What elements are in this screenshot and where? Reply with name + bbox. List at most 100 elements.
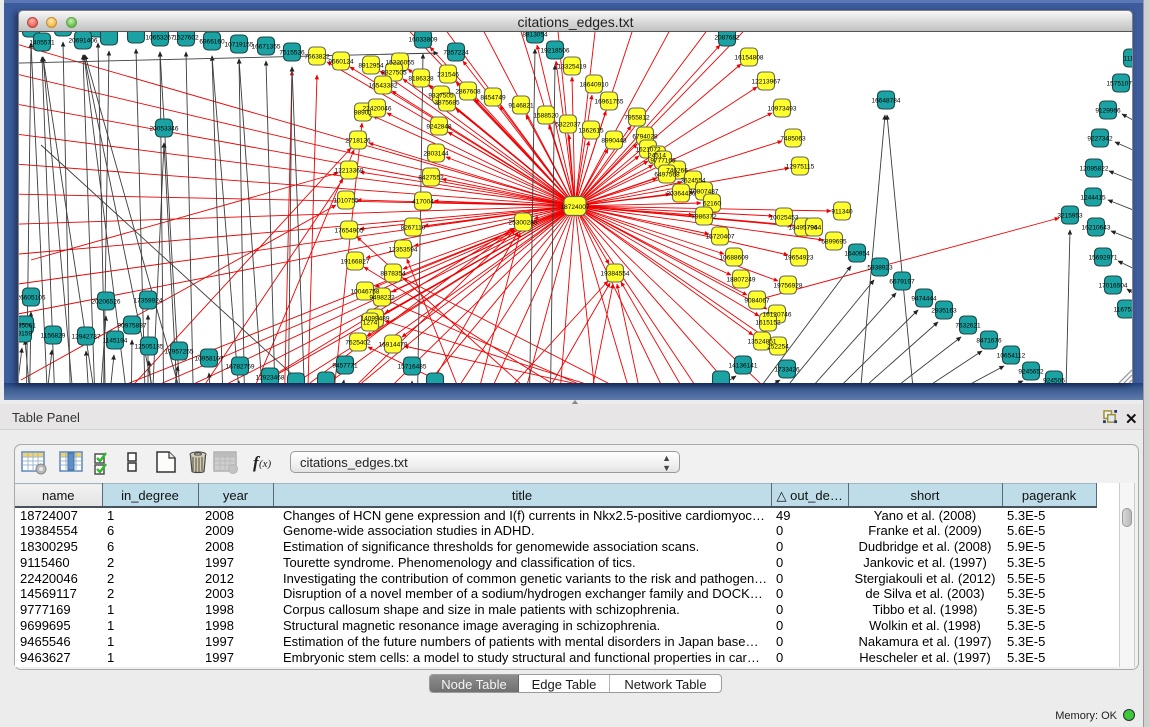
svg-text:7515526: 7515526 — [279, 50, 305, 57]
svg-text:7485063: 7485063 — [780, 136, 806, 143]
svg-text:3624554: 3624554 — [680, 178, 706, 185]
svg-text:6899695: 6899695 — [821, 239, 847, 246]
svg-text:7625402: 7625402 — [345, 340, 371, 347]
svg-text:9327505: 9327505 — [428, 93, 454, 100]
svg-text:12213369: 12213369 — [335, 168, 364, 175]
svg-text:11172: 11172 — [1123, 56, 1133, 63]
svg-text:25300285: 25300285 — [509, 220, 538, 227]
svg-text:16033809: 16033809 — [409, 37, 438, 44]
svg-text:10807487: 10807487 — [690, 189, 719, 196]
svg-text:16120746: 16120746 — [763, 312, 792, 319]
svg-text:1244415: 1244415 — [1080, 195, 1106, 202]
svg-text:9660124: 9660124 — [328, 59, 354, 66]
svg-text:10973493: 10973493 — [768, 106, 797, 113]
svg-text:20053346: 20053346 — [150, 126, 179, 133]
svg-text:6679197: 6679197 — [889, 279, 915, 286]
svg-text:1615152: 1615152 — [755, 320, 781, 327]
svg-text:7632621: 7632621 — [955, 323, 981, 330]
svg-text:20206526: 20206526 — [92, 299, 121, 306]
svg-text:16154808: 16154808 — [735, 55, 764, 62]
svg-text:9777169: 9777169 — [650, 158, 676, 165]
svg-text:8186328: 8186328 — [408, 76, 434, 83]
svg-text:(x): (x) — [259, 458, 272, 470]
svg-text:10719155: 10719155 — [225, 42, 254, 49]
svg-text:1733426: 1733426 — [774, 367, 800, 374]
svg-text:2867608: 2867608 — [455, 89, 481, 96]
svg-text:8471676: 8471676 — [976, 338, 1002, 345]
svg-text:9327505: 9327505 — [381, 70, 407, 77]
svg-text:16671355: 16671355 — [252, 44, 281, 51]
svg-text:8454749: 8454749 — [480, 95, 506, 102]
svg-text:14136141: 14136141 — [729, 363, 758, 370]
svg-text:19218506: 19218506 — [541, 48, 570, 55]
svg-text:2803144: 2803144 — [423, 151, 449, 158]
svg-text:1156829: 1156829 — [41, 333, 66, 340]
svg-text:7955812: 7955812 — [624, 115, 650, 122]
svg-text:90975887: 90975887 — [118, 323, 147, 330]
svg-text:1588520: 1588520 — [533, 113, 559, 120]
svg-text:18807249: 18807249 — [727, 277, 756, 284]
svg-text:7986372: 7986372 — [691, 214, 717, 221]
svg-text:16648784: 16648784 — [872, 98, 901, 105]
svg-text:26605105: 26605105 — [19, 295, 46, 302]
svg-text:9227342: 9227342 — [1087, 136, 1113, 143]
svg-text:8813054: 8813054 — [522, 32, 548, 39]
svg-text:12942737: 12942737 — [72, 334, 101, 341]
svg-text:1145194: 1145194 — [103, 338, 128, 345]
svg-text:12353594: 12353594 — [389, 247, 418, 254]
svg-text:17359924: 17359924 — [134, 298, 163, 305]
svg-text:9146821: 9146821 — [508, 103, 534, 110]
svg-text:9129966: 9129966 — [1095, 108, 1121, 115]
svg-text:16782759: 16782759 — [226, 364, 255, 371]
svg-text:12975115: 12975115 — [786, 164, 815, 171]
svg-text:9457771: 9457771 — [332, 363, 358, 370]
svg-text:9498222: 9498222 — [369, 295, 395, 302]
svg-text:12095822: 12095822 — [1080, 166, 1109, 173]
svg-text:10958107: 10958107 — [195, 356, 224, 363]
svg-text:8912954: 8912954 — [358, 63, 384, 70]
svg-text:15692971: 15692971 — [1089, 255, 1118, 262]
svg-text:231546: 231546 — [437, 72, 459, 79]
svg-text:6966160: 6966160 — [199, 39, 225, 46]
svg-text:8990448: 8990448 — [601, 138, 627, 145]
svg-text:9242848: 9242848 — [426, 124, 452, 131]
svg-text:7663822: 7663822 — [304, 54, 330, 61]
svg-text:9245652: 9245652 — [1018, 369, 1044, 376]
svg-text:8427552: 8427552 — [418, 175, 444, 182]
svg-text:1405571: 1405571 — [29, 40, 55, 47]
svg-text:7964: 7964 — [807, 225, 822, 232]
svg-text:8878354: 8878354 — [380, 271, 406, 278]
svg-text:6794028: 6794028 — [632, 134, 658, 141]
svg-text:417004: 417004 — [412, 199, 434, 206]
svg-text:9084067: 9084067 — [744, 298, 770, 305]
svg-text:16210643: 16210643 — [1082, 225, 1111, 232]
svg-text:10653267: 10653267 — [146, 35, 175, 42]
svg-text:15226055: 15226055 — [386, 60, 415, 67]
svg-text:10025453: 10025453 — [770, 215, 799, 222]
svg-text:22420046: 22420046 — [363, 106, 392, 113]
svg-text:10654112: 10654112 — [997, 353, 1026, 360]
svg-text:3875685: 3875685 — [434, 100, 460, 107]
svg-text:2935163: 2935163 — [931, 308, 957, 315]
svg-text:1167533: 1167533 — [1114, 307, 1133, 314]
svg-text:924506: 924506 — [1043, 378, 1065, 384]
svg-text:12213967: 12213967 — [752, 79, 781, 86]
svg-text:16961755: 16961755 — [595, 99, 624, 106]
svg-text:15751074: 15751074 — [1107, 81, 1133, 88]
svg-text:6497568: 6497568 — [654, 172, 680, 179]
svg-text:12923468: 12923468 — [256, 375, 285, 382]
svg-text:16914479: 16914479 — [379, 342, 408, 349]
svg-text:17654905: 17654905 — [335, 228, 364, 235]
svg-text:1362615: 1362615 — [578, 128, 604, 135]
svg-text:9474444: 9474444 — [911, 296, 937, 303]
svg-text:911340: 911340 — [831, 209, 853, 216]
svg-text:1010755: 1010755 — [333, 198, 359, 205]
svg-text:18640910: 18640910 — [580, 82, 609, 89]
svg-text:20691406: 20691406 — [69, 38, 98, 45]
svg-text:19384554: 19384554 — [601, 271, 630, 278]
svg-text:16543382: 16543382 — [369, 83, 398, 90]
svg-text:62160: 62160 — [703, 201, 721, 208]
svg-text:17957255: 17957255 — [165, 349, 194, 356]
svg-text:252254: 252254 — [767, 344, 789, 351]
svg-text:10688609: 10688609 — [720, 255, 749, 262]
